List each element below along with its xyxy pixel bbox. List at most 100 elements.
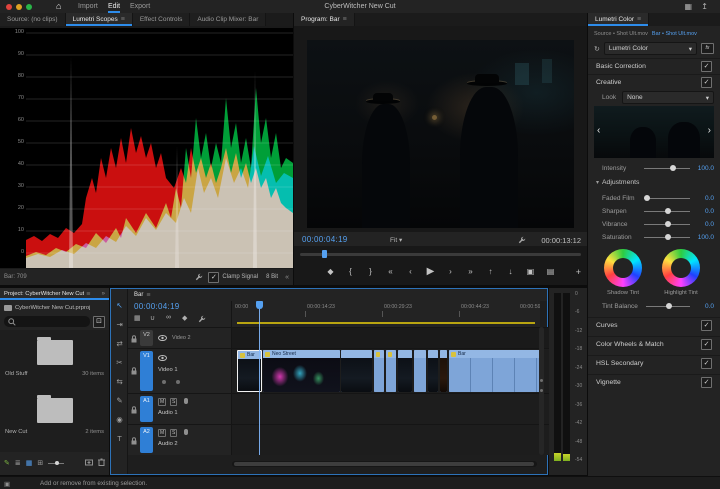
track-lane-a1[interactable] xyxy=(232,394,549,424)
saturation-slider[interactable] xyxy=(644,237,690,238)
timeline-current-timecode[interactable]: 00:00:04:19 xyxy=(134,302,180,311)
trash-icon[interactable] xyxy=(98,458,105,468)
list-view-icon[interactable]: ≣ xyxy=(15,459,21,467)
hand-tool[interactable]: ◉ xyxy=(111,415,128,424)
panel-menu-icon[interactable]: ≡ xyxy=(121,16,125,23)
program-scrubber[interactable] xyxy=(300,250,581,258)
panel-menu-icon[interactable]: ≡ xyxy=(637,16,641,23)
timeline-horizontal-scrollbar[interactable] xyxy=(232,461,537,467)
creative-checkbox[interactable]: ✓ xyxy=(701,77,712,88)
workspaces-icon[interactable]: ▦ xyxy=(684,2,692,11)
voiceover-record-mic-icon[interactable] xyxy=(184,429,188,435)
lock-icon[interactable] xyxy=(131,406,137,414)
audio-meters-panel[interactable]: 0 -6 -12 -18 -24 -30 -36 -42 -48 -54 xyxy=(549,288,587,475)
new-bin-icon[interactable] xyxy=(85,458,93,468)
clamp-signal-checkbox[interactable]: ✓ xyxy=(208,272,219,283)
step-back-icon[interactable]: ‹ xyxy=(403,268,419,276)
play-icon[interactable]: ▶ xyxy=(423,267,439,277)
effect-selector-dropdown[interactable]: Lumetri Color▾ xyxy=(604,42,697,55)
keyframe-toggle-icon[interactable] xyxy=(162,380,166,384)
next-look-arrow-icon[interactable]: › xyxy=(708,125,711,136)
panel-menu-icon[interactable]: ≡ xyxy=(146,292,150,299)
slip-tool[interactable]: ⇆ xyxy=(111,377,128,386)
tab-audio-clip-mixer[interactable]: Audio Clip Mixer: Bar xyxy=(190,13,266,26)
sharpen-slider[interactable] xyxy=(644,211,690,212)
vibrance-value[interactable]: 0.0 xyxy=(705,221,714,228)
bin-item-old-stuff[interactable]: Old Stuff 30 items xyxy=(0,334,109,390)
type-tool[interactable]: T xyxy=(111,434,128,443)
panel-menu-icon[interactable]: ≡ xyxy=(86,291,90,298)
reset-effect-icon[interactable]: ↻ xyxy=(594,45,600,53)
timeline-settings-wrench-icon[interactable] xyxy=(198,315,206,323)
tint-balance-slider[interactable] xyxy=(646,306,690,307)
lock-icon[interactable] xyxy=(131,367,137,375)
timeline-clip[interactable] xyxy=(398,350,412,392)
tab-source[interactable]: Source: (no clips) xyxy=(0,13,66,26)
razor-tool[interactable]: ✂ xyxy=(111,358,128,367)
section-color-wheels-match[interactable]: Color Wheels & Match✓ xyxy=(588,336,720,351)
solo-button[interactable]: S xyxy=(170,429,177,437)
nest-sequence-icon[interactable]: ▦ xyxy=(134,314,141,322)
intensity-value[interactable]: 100.0 xyxy=(698,165,714,172)
lock-icon[interactable] xyxy=(131,437,137,445)
zoom-level-dropdown[interactable]: Fit ▾ xyxy=(390,236,402,244)
bin-name[interactable]: New Cut xyxy=(5,429,27,435)
button-editor-icon[interactable]: + xyxy=(576,267,581,277)
solo-button[interactable]: S xyxy=(170,398,177,406)
look-preview-thumbnail[interactable]: ‹ › xyxy=(594,106,714,158)
track-lane-v2[interactable] xyxy=(232,328,549,348)
shadow-tint-wheel[interactable] xyxy=(604,249,642,287)
mute-button[interactable]: M xyxy=(158,398,166,406)
freeform-view-icon[interactable]: ⊞ xyxy=(37,459,43,467)
linked-selection-icon[interactable]: ∞ xyxy=(166,314,171,321)
timeline-clip[interactable] xyxy=(374,350,384,392)
go-to-in-icon[interactable]: « xyxy=(383,268,399,276)
timeline-ruler[interactable]: 00:00 00:00:14:23 00:00:29:23 00:00:44:2… xyxy=(232,301,540,327)
track-select-tool[interactable]: ⇥ xyxy=(111,320,128,329)
snap-icon[interactable]: ∪ xyxy=(150,314,155,322)
tint-balance-value[interactable]: 0.0 xyxy=(705,303,714,310)
collapse-icon[interactable]: « xyxy=(285,274,289,281)
adjustments-header[interactable]: ▾ Adjustments xyxy=(596,179,639,186)
tab-program[interactable]: Program: Bar ≡ xyxy=(294,13,355,26)
tab-effect-controls[interactable]: Effect Controls xyxy=(133,13,191,26)
bit-depth-label[interactable]: 8 Bit xyxy=(266,274,278,280)
timeline-clip[interactable] xyxy=(440,350,447,392)
timeline-tabbar[interactable]: Bar ≡ xyxy=(128,289,547,301)
go-to-out-icon[interactable]: » xyxy=(463,268,479,276)
section-basic-correction[interactable]: Basic Correction✓ xyxy=(588,58,720,73)
tab-lumetri-scopes[interactable]: Lumetri Scopes≡ xyxy=(66,13,133,26)
add-marker-icon[interactable]: ◆ xyxy=(323,268,339,276)
track-target-a2[interactable]: A2 xyxy=(140,427,153,453)
tab-sequence-bar[interactable]: Bar xyxy=(134,292,143,298)
hsl-secondary-checkbox[interactable]: ✓ xyxy=(701,358,712,369)
selection-tool[interactable]: ↖ xyxy=(111,301,128,310)
extract-icon[interactable]: ↓ xyxy=(503,268,519,276)
timeline-playhead-marker[interactable] xyxy=(256,301,263,309)
section-creative[interactable]: Creative✓ xyxy=(588,74,720,89)
add-marker-icon[interactable]: ◆ xyxy=(182,314,187,322)
search-input[interactable] xyxy=(4,316,90,327)
timeline-clip[interactable]: Bar xyxy=(449,350,544,392)
vignette-checkbox[interactable]: ✓ xyxy=(701,377,712,388)
panel-menu-icon[interactable]: ≡ xyxy=(343,16,347,23)
section-hsl-secondary[interactable]: HSL Secondary✓ xyxy=(588,355,720,370)
section-vignette[interactable]: Vignette✓ xyxy=(588,374,720,389)
comparison-view-icon[interactable]: ▤ xyxy=(543,268,559,276)
highlight-tint-wheel[interactable] xyxy=(662,249,700,287)
tab-project[interactable]: Project: CyberWitcher New Cut xyxy=(4,291,84,297)
writable-pencil-icon[interactable]: ✎ xyxy=(4,459,10,467)
track-target-v1[interactable]: V1 xyxy=(140,351,153,391)
quick-export-icon[interactable]: ↥ xyxy=(701,2,708,11)
program-video-frame[interactable] xyxy=(307,40,574,228)
timeline-vertical-scrollbar[interactable] xyxy=(539,327,544,455)
bin-item-new-cut[interactable]: New Cut 2 items xyxy=(0,392,109,448)
voiceover-record-mic-icon[interactable] xyxy=(184,398,188,404)
faded-film-slider[interactable] xyxy=(644,198,690,199)
timeline-clip[interactable] xyxy=(341,350,372,392)
tab-lumetri-color[interactable]: Lumetri Color ≡ xyxy=(588,13,649,26)
lock-icon[interactable] xyxy=(131,335,137,343)
mark-in-icon[interactable]: { xyxy=(343,268,359,276)
track-target-v2[interactable]: V2 xyxy=(140,330,153,346)
project-breadcrumb[interactable]: CyberWitcher New Cut.prproj xyxy=(4,303,105,313)
